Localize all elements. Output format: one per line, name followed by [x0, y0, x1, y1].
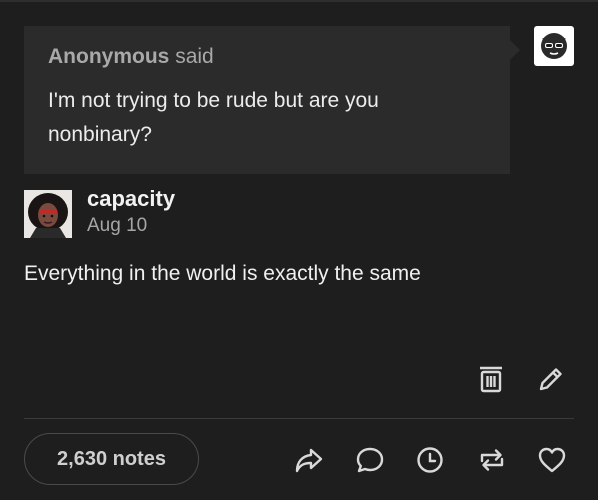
answer-text: Everything in the world is exactly the s…: [24, 262, 421, 285]
clock-icon: [415, 445, 445, 475]
said-label: said: [175, 45, 214, 68]
speech-bubble-icon: [355, 445, 385, 475]
asker-name[interactable]: Anonymous: [48, 45, 169, 68]
like-button[interactable]: [534, 443, 570, 477]
queue-button[interactable]: [413, 443, 447, 477]
answerer-avatar[interactable]: [534, 26, 574, 66]
ask-question: I'm not trying to be rude but are you no…: [48, 89, 379, 146]
footer-divider: [24, 418, 574, 419]
notes-button[interactable]: 2,630 notes: [24, 433, 199, 485]
trash-icon: [477, 364, 505, 394]
user-avatar[interactable]: [24, 190, 72, 238]
ask-box: Anonymous said I'm not trying to be rude…: [24, 26, 510, 174]
post-date[interactable]: Aug 10: [87, 215, 147, 237]
share-button[interactable]: [292, 443, 326, 477]
asker-line: Anonymous said: [48, 44, 486, 70]
sunglasses-face-icon: [539, 31, 569, 61]
reblog-icon: [476, 445, 508, 475]
post-username[interactable]: capacity: [87, 186, 175, 212]
heart-icon: [536, 445, 568, 475]
reblog-button[interactable]: [474, 443, 510, 477]
delete-button[interactable]: [475, 362, 507, 396]
edit-button[interactable]: [534, 362, 568, 396]
top-divider: [0, 0, 598, 2]
share-arrow-icon: [293, 445, 325, 475]
reply-button[interactable]: [353, 443, 387, 477]
notes-count: 2,630 notes: [57, 447, 166, 470]
ask-pointer: [510, 40, 520, 60]
pencil-icon: [536, 364, 566, 394]
